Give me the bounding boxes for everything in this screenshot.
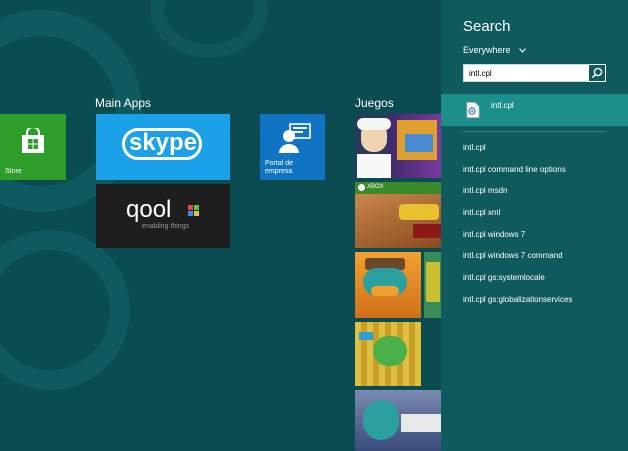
game-tile-fruit-ninja[interactable]: XBOX	[355, 182, 441, 248]
search-suggestion[interactable]: intl.cpl xml	[463, 208, 572, 230]
professor-coat	[357, 154, 391, 178]
swampy-head	[373, 336, 407, 366]
agent-perry	[363, 400, 399, 440]
shower-head	[359, 332, 373, 340]
qool-tile[interactable]: qool enabling things	[96, 184, 230, 248]
qool-tagline: enabling things	[142, 223, 190, 230]
game-tile-wheres-my-water[interactable]	[355, 322, 421, 386]
game-tile-professor[interactable]	[355, 114, 441, 178]
search-scope-label: Everywhere	[463, 45, 511, 55]
search-suggestion[interactable]: intl.cpl gs:globalizationservices	[463, 295, 572, 317]
store-tile[interactable]: Store	[0, 114, 66, 180]
game-tile-agent-p[interactable]	[355, 390, 441, 451]
group-label-juegos: Juegos	[355, 96, 394, 110]
portal-tile-label: Portal de empresa	[265, 160, 294, 175]
background-swirl	[150, 0, 268, 58]
game-tile-wheres-my-perry[interactable]	[355, 252, 421, 318]
search-charm-pane: Search Everywhere intl.cpl intl.cpl intl…	[441, 0, 628, 451]
game-art	[355, 194, 441, 248]
search-result-app[interactable]: intl.cpl	[441, 94, 628, 126]
search-pane-title: Search	[463, 18, 511, 35]
background-swirl	[0, 230, 130, 390]
store-tile-label: Store	[5, 168, 22, 175]
fruit-logo	[399, 204, 439, 220]
search-box	[463, 64, 606, 82]
search-suggestion[interactable]: intl.cpl command line options	[463, 165, 572, 187]
game-tile-partial[interactable]	[424, 252, 441, 318]
game-art-partial	[426, 262, 440, 302]
search-icon	[591, 67, 603, 79]
math-blocks-accent	[405, 134, 433, 152]
qool-logo-squares	[188, 205, 200, 217]
search-button[interactable]	[588, 64, 606, 82]
search-input[interactable]	[464, 65, 593, 81]
professor-hair	[357, 118, 391, 130]
ninja-logo	[413, 224, 441, 238]
portal-de-empresa-tile[interactable]: Portal de empresa	[260, 114, 325, 180]
agent-logo	[401, 414, 441, 432]
search-scope-dropdown[interactable]: Everywhere	[463, 45, 526, 55]
search-suggestion[interactable]: intl.cpl	[463, 143, 572, 165]
search-suggestion[interactable]: intl.cpl gs:systemlocale	[463, 273, 572, 295]
chevron-down-icon	[519, 48, 526, 53]
search-suggestion[interactable]: intl.cpl windows 7 command	[463, 251, 572, 273]
search-suggestion[interactable]: intl.cpl windows 7	[463, 230, 572, 252]
portal-user-icon	[279, 123, 311, 153]
group-label-main-apps: Main Apps	[95, 96, 152, 110]
xbox-badge: XBOX	[367, 184, 384, 190]
control-panel-file-icon	[466, 102, 480, 118]
start-screen: Main Apps Juegos Store skype qool enabli…	[0, 0, 441, 451]
search-suggestion[interactable]: intl.cpl msdn	[463, 186, 572, 208]
skype-tile[interactable]: skype	[96, 114, 230, 180]
store-bag-icon	[22, 128, 44, 153]
search-result-app-label: intl.cpl	[491, 101, 514, 110]
skype-logo-text: skype	[128, 129, 198, 156]
search-suggestions-list: intl.cpl intl.cpl command line options i…	[463, 143, 572, 317]
xbox-badge-icon	[358, 184, 365, 191]
results-divider	[463, 131, 606, 132]
background-swirl	[0, 10, 142, 212]
perry-bill	[371, 286, 399, 296]
qool-logo-text: qool	[126, 196, 172, 223]
